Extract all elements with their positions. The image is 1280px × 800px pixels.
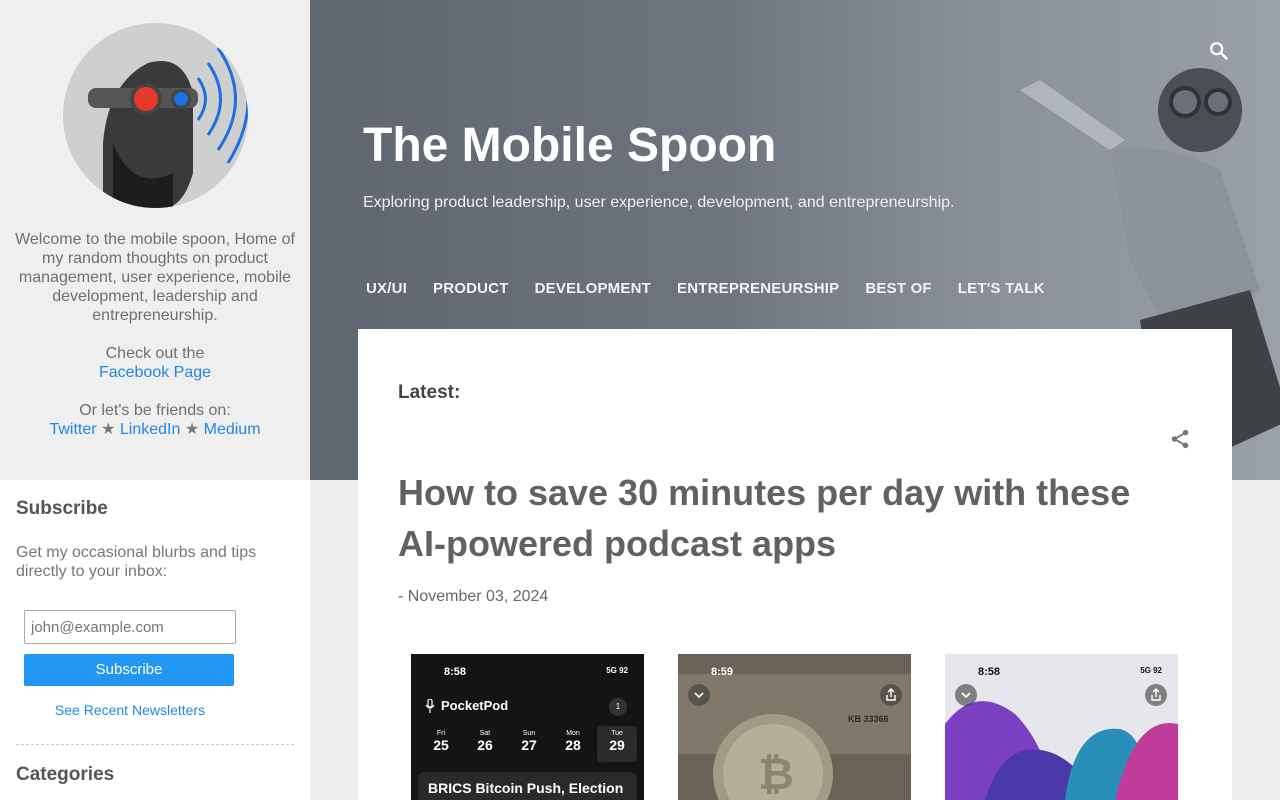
- nav-item-entrepreneurship[interactable]: ENTREPRENEURSHIP: [667, 280, 849, 297]
- share-button: [880, 684, 902, 706]
- divider: [16, 744, 294, 745]
- medium-link[interactable]: Medium: [204, 421, 261, 438]
- nav-item-lets-talk[interactable]: LET'S TALK: [948, 280, 1055, 297]
- status-signal: 5G 92: [1140, 666, 1162, 675]
- star-separator: ★: [101, 421, 116, 438]
- svg-text:₿: ₿: [758, 750, 794, 799]
- day-selector: Fri 25 Sat 26 Sun 27 Mon 28 Tue 29: [421, 726, 637, 762]
- day-item: Sun 27: [521, 730, 537, 753]
- post-date: - November 03, 2024: [398, 588, 549, 605]
- episode-card: BRICS Bitcoin Push, Election: [418, 772, 637, 800]
- sidebar: Welcome to the mobile spoon, Home of my …: [0, 0, 310, 800]
- star-separator: ★: [184, 421, 200, 438]
- social-paragraph: Or let's be friends on: Twitter ★ Linked…: [10, 401, 300, 439]
- bill-serial: KB 33366: [848, 714, 889, 724]
- welcome-text-block: Welcome to the mobile spoon, Home of my …: [10, 230, 300, 458]
- status-time: 8:58: [978, 666, 1001, 678]
- chevron-down-icon: [961, 692, 971, 699]
- recent-newsletters-link[interactable]: See Recent Newsletters: [24, 702, 236, 718]
- nav-item-product[interactable]: PRODUCT: [423, 280, 519, 297]
- collapse-button: [688, 684, 710, 706]
- profile-avatar: [63, 23, 248, 208]
- main-content: Latest: How to save 30 minutes per day w…: [358, 329, 1232, 800]
- day-item: Mon 28: [565, 730, 581, 753]
- post-image-pocketpod[interactable]: 8:58 5G 92 PocketPod 1 Fri 25 Sat 26 Sun 27…: [411, 654, 644, 800]
- nav-item-development[interactable]: DEVELOPMENT: [525, 280, 661, 297]
- post-image-waves[interactable]: 8:58 5G 92: [945, 654, 1178, 800]
- post-title[interactable]: How to save 30 minutes per day with thes…: [398, 467, 1158, 569]
- status-signal: 5G 92: [606, 666, 628, 675]
- check-out-text: Check out the: [105, 345, 205, 362]
- categories-title: Categories: [16, 764, 115, 785]
- app-name: PocketPod: [441, 698, 509, 713]
- share-icon[interactable]: [1169, 428, 1191, 450]
- welcome-text: Welcome to the mobile spoon, Home of my …: [15, 231, 295, 324]
- main-nav: UX/UI PRODUCT DEVELOPMENT ENTREPRENEURSH…: [356, 280, 1061, 297]
- day-item: Fri 25: [433, 730, 449, 753]
- blog-description: Exploring product leadership, user exper…: [363, 194, 955, 211]
- status-time: 8:58: [444, 666, 467, 678]
- share-button: [1145, 684, 1167, 706]
- nav-item-best-of[interactable]: BEST OF: [855, 280, 941, 297]
- day-item: Sat 26: [477, 730, 493, 753]
- email-field[interactable]: [24, 610, 236, 644]
- facebook-link[interactable]: Facebook Page: [99, 364, 211, 381]
- post-image-bitcoin[interactable]: ₿ 8:59 KB 33366: [678, 654, 911, 800]
- latest-label: Latest:: [398, 382, 461, 403]
- episode-title: BRICS Bitcoin Push, Election: [428, 780, 624, 796]
- twitter-link[interactable]: Twitter: [49, 421, 96, 438]
- chevron-down-icon: [694, 692, 704, 699]
- friends-text: Or let's be friends on:: [79, 402, 231, 419]
- sidebar-profile-section: Welcome to the mobile spoon, Home of my …: [0, 0, 310, 480]
- collapse-button: [955, 684, 977, 706]
- blog-title[interactable]: The Mobile Spoon: [363, 118, 776, 173]
- facebook-paragraph: Check out the Facebook Page: [10, 344, 300, 382]
- notification-badge: 1: [609, 698, 627, 716]
- nav-item-ux-ui[interactable]: UX/UI: [356, 280, 417, 297]
- subscribe-description: Get my occasional blurbs and tips direct…: [16, 544, 257, 580]
- subscribe-button[interactable]: Subscribe: [24, 654, 234, 686]
- search-icon[interactable]: [1208, 40, 1230, 62]
- status-time: 8:59: [711, 666, 734, 678]
- microphone-icon: [425, 699, 435, 713]
- subscribe-title: Subscribe: [16, 498, 108, 519]
- upload-icon: [886, 688, 896, 701]
- linkedin-link[interactable]: LinkedIn: [120, 421, 181, 438]
- day-item-selected: Tue 29: [597, 726, 637, 762]
- upload-icon: [1151, 688, 1161, 701]
